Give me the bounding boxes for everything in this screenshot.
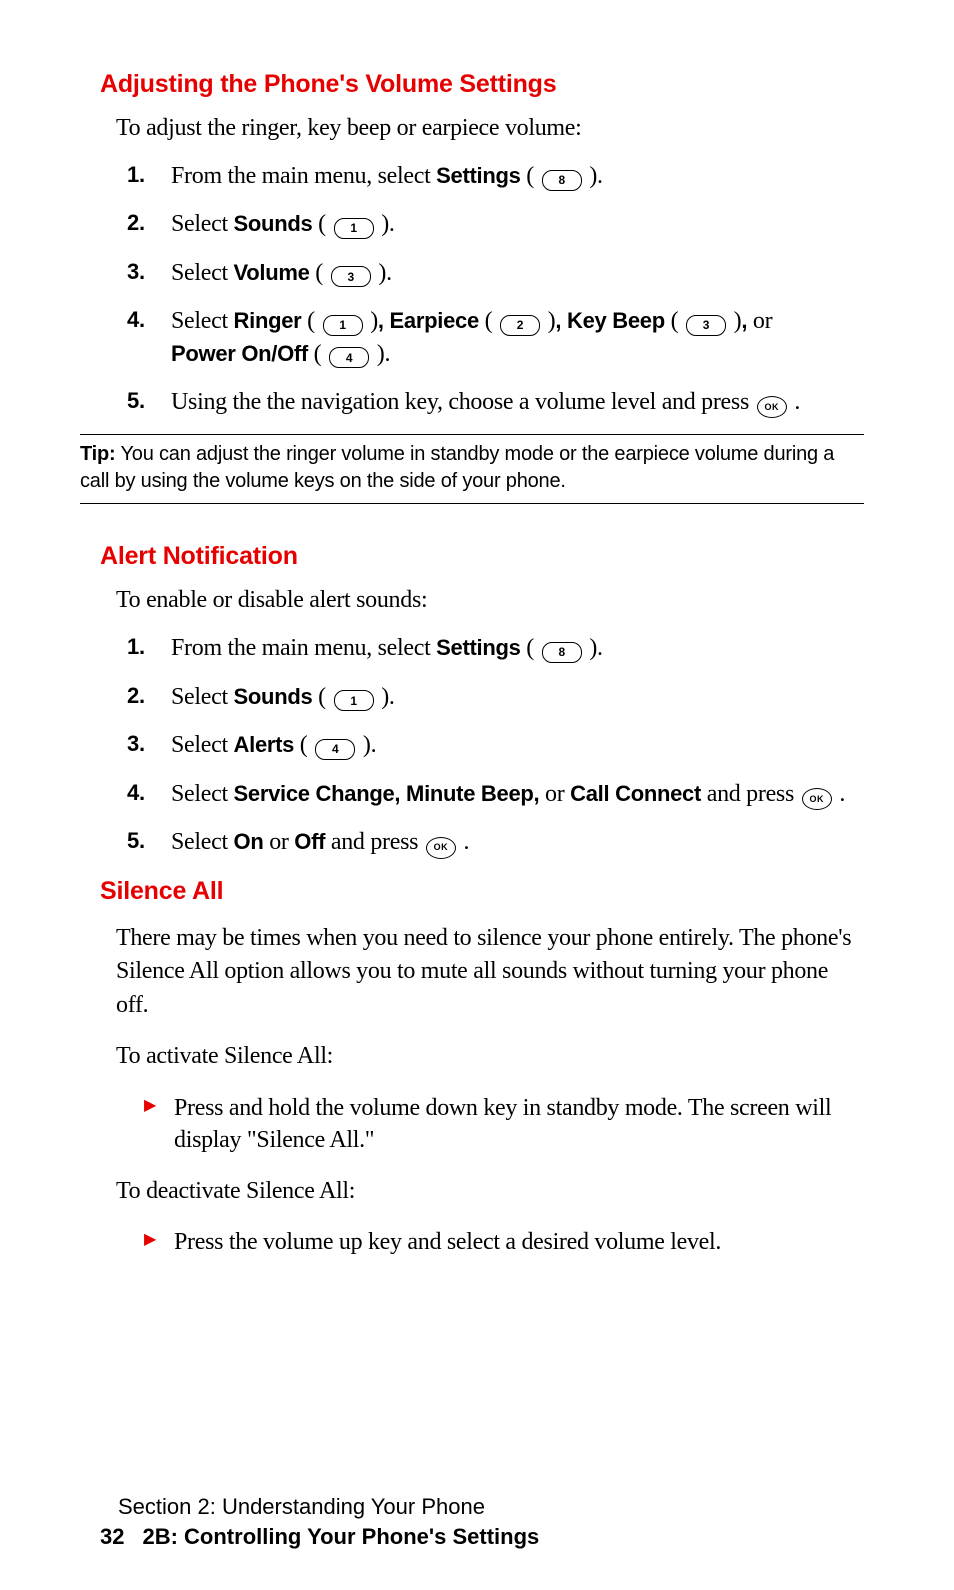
key-3-icon: 3 (686, 315, 726, 336)
tip-box: Tip: You can adjust the ringer volume in… (80, 434, 864, 504)
key-8-icon: 8 (542, 642, 582, 663)
footer-section-path: Section 2: Understanding Your Phone (118, 1494, 860, 1520)
step-4: Select Service Change, Minute Beep, or C… (171, 778, 854, 811)
steps-alerts: From the main menu, select Settings ( 8 … (116, 632, 854, 858)
key-2-icon: 2 (500, 315, 540, 336)
silence-para3: To deactivate Silence All: (116, 1175, 854, 1209)
heading-alert-notification: Alert Notification (100, 542, 854, 571)
key-3-icon: 3 (331, 266, 371, 287)
key-4-icon: 4 (315, 739, 355, 760)
silence-para1: There may be times when you need to sile… (116, 922, 854, 1023)
key-1-icon: 1 (334, 690, 374, 711)
silence-para2: To activate Silence All: (116, 1040, 854, 1074)
step-3: Select Alerts ( 4 ). (171, 729, 854, 761)
silence-bullet-2: Press the volume up key and select a des… (174, 1226, 854, 1258)
step-1: From the main menu, select Settings ( 8 … (171, 632, 854, 664)
steps-volume: From the main menu, select Settings ( 8 … (116, 160, 854, 418)
silence-bullet-1: Press and hold the volume down key in st… (174, 1092, 854, 1157)
key-1-icon: 1 (334, 218, 374, 239)
page-number: 32 (100, 1524, 124, 1550)
ok-key-icon: OK (802, 788, 832, 810)
step-5: Using the the navigation key, choose a v… (171, 386, 854, 419)
key-8-icon: 8 (542, 170, 582, 191)
heading-volume-settings: Adjusting the Phone's Volume Settings (100, 70, 854, 99)
tip-text: You can adjust the ringer volume in stan… (80, 443, 834, 492)
heading-silence-all: Silence All (100, 877, 854, 906)
key-4-icon: 4 (329, 347, 369, 368)
page-footer: Section 2: Understanding Your Phone 32 2B… (100, 1494, 860, 1550)
intro-alerts: To enable or disable alert sounds: (116, 587, 854, 614)
step-2: Select Sounds ( 1 ). (171, 681, 854, 713)
intro-volume: To adjust the ringer, key beep or earpie… (116, 115, 854, 142)
step-1: From the main menu, select Settings ( 8 … (171, 160, 854, 192)
step-5: Select On or Off and press OK . (171, 826, 854, 859)
silence-bullets-2: Press the volume up key and select a des… (132, 1226, 854, 1258)
step-4: Select Ringer ( 1 ), Earpiece ( 2 ), Key… (171, 305, 854, 370)
tip-label: Tip: (80, 443, 116, 465)
ok-key-icon: OK (757, 396, 787, 418)
ok-key-icon: OK (426, 837, 456, 859)
step-3: Select Volume ( 3 ). (171, 257, 854, 289)
footer-chapter: 2B: Controlling Your Phone's Settings (142, 1524, 539, 1549)
manual-page: Adjusting the Phone's Volume Settings To… (0, 0, 954, 1590)
silence-bullets-1: Press and hold the volume down key in st… (132, 1092, 854, 1157)
key-1-icon: 1 (323, 315, 363, 336)
step-2: Select Sounds ( 1 ). (171, 208, 854, 240)
